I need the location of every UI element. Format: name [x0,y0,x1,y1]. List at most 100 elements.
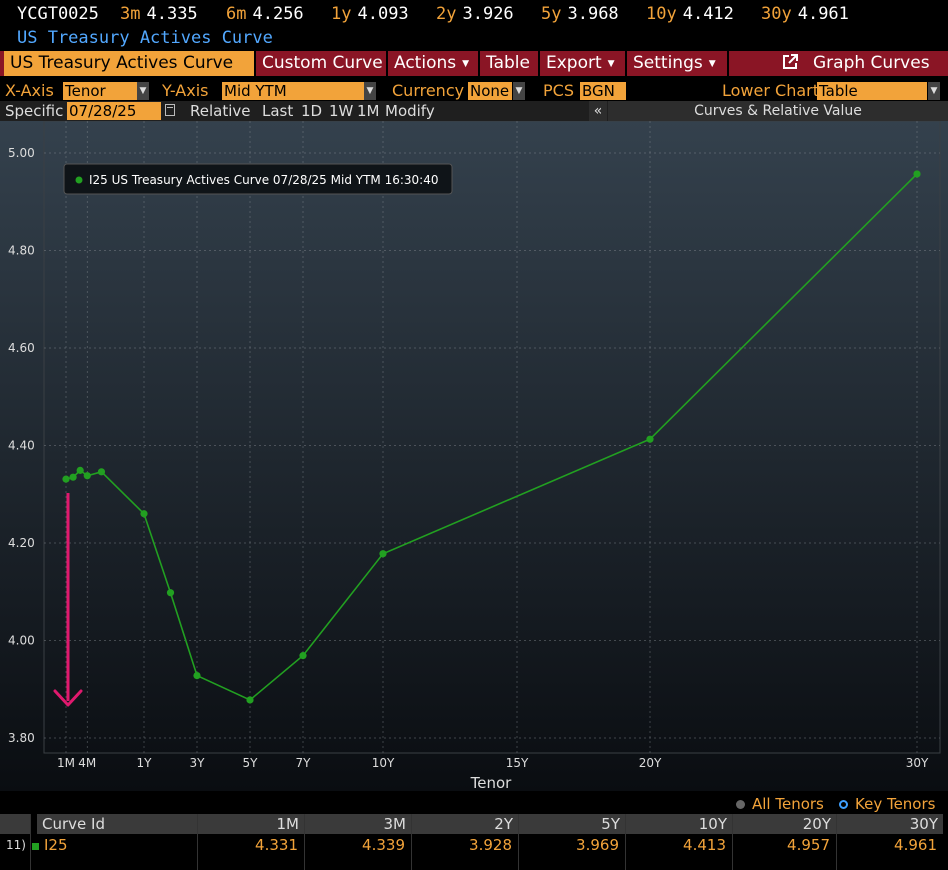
column-divider [197,814,198,870]
legend-text: I25 US Treasury Actives Curve 07/28/25 M… [89,173,438,187]
table-header: Curve Id 1M 3M 2Y 5Y 10Y 20Y 30Y [0,814,948,834]
1m-button[interactable]: 1M [357,101,380,121]
curves-relative-value-header[interactable]: Curves & Relative Value [608,101,948,121]
axis-controls: X-Axis Tenor ▼ Y-Axis Mid YTM ▼ Currency… [0,80,948,102]
ticker-item-5y: 5y 3.968 [541,2,619,26]
actions-menu[interactable]: Actions ▼ [388,51,478,76]
ticker-label: 5y [541,4,562,24]
legend-series-marker [75,176,83,184]
collapse-panel-button[interactable]: « [589,101,607,121]
tab-us-treasury-actives-curve[interactable]: US Treasury Actives Curve [4,51,254,76]
ticker-item-10y: 10y 4.412 [646,2,734,26]
column-header-2y[interactable]: 2Y [412,814,518,834]
caret-down-icon: ▼ [708,59,716,69]
ticker-label: 10y [646,4,677,24]
chevron-down-icon[interactable]: ▼ [513,82,525,100]
ticker-symbol[interactable]: YCGT0025 [17,2,99,26]
chevron-down-icon[interactable]: ▼ [137,82,149,100]
settings-menu[interactable]: Settings ▼ [627,51,727,76]
y-tick-label: 4.60 [8,341,35,355]
column-header-curve-id[interactable]: Curve Id [37,814,197,834]
chart-background [0,121,948,791]
modify-button[interactable]: Modify [385,101,435,121]
column-divider [836,814,837,870]
all-tenors-label: All Tenors [752,795,824,813]
data-point-1y [140,510,148,518]
x-tick-label: 10Y [372,756,395,770]
ticker-value: 4.412 [682,4,734,24]
y-axis-label: Y-Axis [162,81,209,100]
graph-curves-label: Graph Curves [813,53,930,73]
export-menu[interactable]: Export ▼ [540,51,625,76]
custom-curve-button[interactable]: Custom Curve [256,51,386,76]
menu-divider [727,51,729,76]
y-axis-dropdown[interactable]: Mid YTM [222,82,364,100]
value-cell-2y: 3.928 [469,836,512,854]
chevron-down-icon[interactable]: ▼ [928,82,940,100]
ticker-value: 4.335 [146,4,198,24]
column-divider [411,814,412,870]
chart-svg[interactable]: 5.00 4.80 4.60 4.40 4.20 4.00 3.80 1M 4M 1Y 3Y 5Y 7… [0,121,948,791]
column-header-3m[interactable]: 3M [305,814,411,834]
column-divider [30,814,31,870]
x-axis-dropdown[interactable]: Tenor [63,82,137,100]
chart-legend[interactable]: I25 US Treasury Actives Curve 07/28/25 M… [63,163,453,195]
date-input[interactable]: 07/28/25 [67,102,161,120]
data-point-10y [379,550,387,558]
x-tick-label: 15Y [506,756,529,770]
column-header-10y[interactable]: 10Y [626,814,732,834]
graph-curves-button[interactable]: Graph Curves [775,51,943,76]
date-toolbar: Specific 07/28/25 Relative Last 1D 1W 1M… [0,101,948,121]
1w-button[interactable]: 1W [329,101,353,121]
key-tenors-option[interactable]: Key Tenors [839,794,935,814]
y-tick-label: 4.20 [8,536,35,550]
x-tick-label: 4M [78,756,96,770]
table-row[interactable]: 11) I25 4.331 4.339 3.928 3.969 4.413 4.… [0,835,948,855]
external-link-icon [783,54,798,69]
column-header-20y[interactable]: 20Y [733,814,836,834]
yield-curve-chart[interactable]: 5.00 4.80 4.60 4.40 4.20 4.00 3.80 1M 4M 1Y 3Y 5Y 7… [0,121,948,791]
caret-down-icon: ▼ [462,59,470,69]
table-button[interactable]: Table [480,51,538,76]
specific-label[interactable]: Specific [5,101,63,121]
calendar-icon[interactable] [165,104,175,116]
curve-id-cell[interactable]: I25 [44,835,194,855]
y-tick-label: 3.80 [8,731,35,745]
chevron-down-icon[interactable]: ▼ [364,82,376,100]
ticker-value: 3.926 [462,4,514,24]
currency-dropdown[interactable]: None [468,82,512,100]
ticker-value: 4.256 [252,4,304,24]
column-header-5y[interactable]: 5Y [519,814,625,834]
x-tick-label: 1M [57,756,75,770]
relative-button[interactable]: Relative [190,101,251,121]
last-button[interactable]: Last [262,101,293,121]
settings-label: Settings [633,53,703,73]
data-point-7y [299,652,307,660]
ticker-label: 1y [331,4,352,24]
value-cell-1m: 4.331 [255,836,298,854]
pcs-field[interactable]: BGN [580,82,626,100]
data-point-2y [166,589,175,597]
ticker-item-6m: 6m 4.256 [226,2,304,26]
x-tick-label: 20Y [639,756,662,770]
data-point-2m [69,473,77,481]
value-cell-3m: 4.339 [362,836,405,854]
value-cell-10y: 4.413 [683,836,726,854]
data-point-5y [246,696,254,704]
column-header-1m[interactable]: 1M [198,814,304,834]
ticker-item-2y: 2y 3.926 [436,2,514,26]
value-cell-5y: 3.969 [576,836,619,854]
lower-chart-dropdown[interactable]: Table [817,82,927,100]
ticker-item-1y: 1y 4.093 [331,2,409,26]
column-header-30y[interactable]: 30Y [837,814,943,834]
ticker-label: 3m [120,4,141,24]
all-tenors-option[interactable]: All Tenors [736,794,824,814]
ticker-bar: YCGT0025 3m 4.335 6m 4.256 1y 4.093 2y 3.926… [0,2,948,26]
1d-button[interactable]: 1D [301,101,322,121]
data-point-20y [646,435,654,443]
value-cell-20y: 4.957 [787,836,830,854]
x-axis-title: Tenor [470,774,513,791]
ticker-label: 30y [761,4,792,24]
y-tick-label: 4.80 [8,244,35,258]
data-point-3y [193,672,201,680]
